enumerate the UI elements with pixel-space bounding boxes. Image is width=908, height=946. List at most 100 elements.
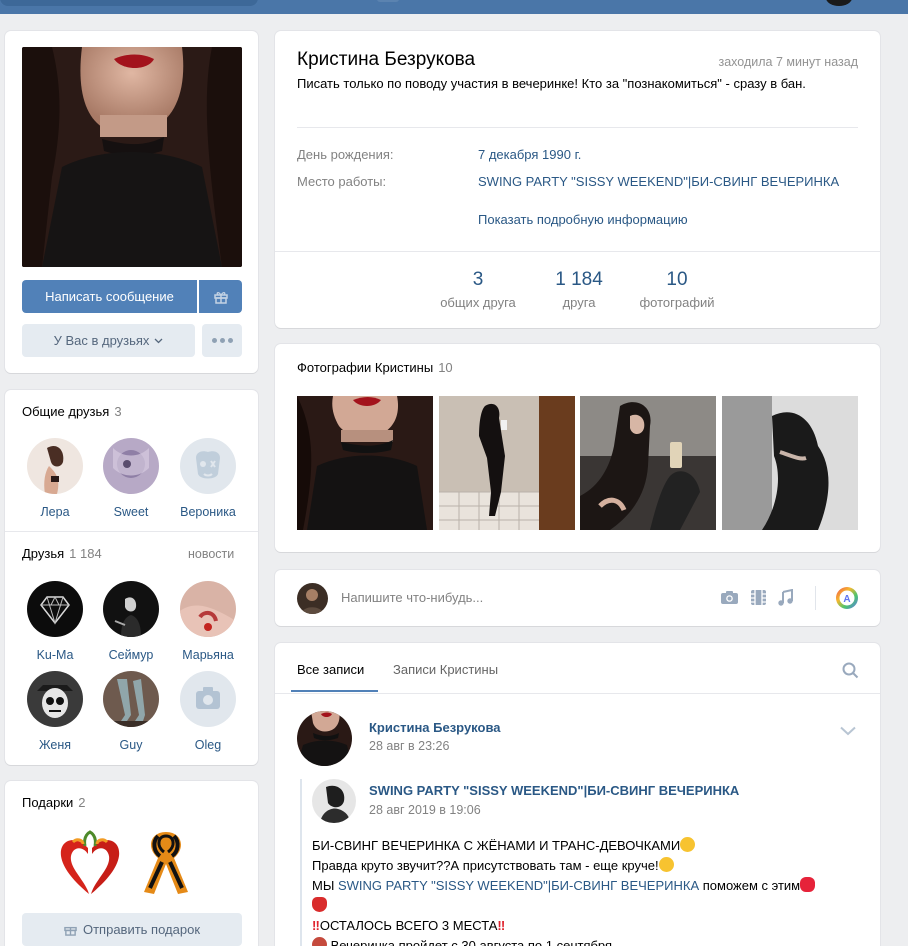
- photos-header[interactable]: Фотографии Кристины 10: [297, 360, 453, 375]
- show-more-info-link[interactable]: Показать подробную информацию: [478, 212, 688, 227]
- post-line-text: Вечеринка пройдет с 30 августа по 1 сент…: [330, 938, 613, 946]
- post-line-text: поможем с этим: [699, 878, 801, 893]
- post-visibility-icon[interactable]: A: [836, 587, 858, 612]
- repost-date[interactable]: 28 авг 2019 в 19:06: [369, 803, 481, 817]
- counter-number: 3: [472, 269, 484, 290]
- post-date[interactable]: 28 авг в 23:26: [369, 739, 449, 753]
- mutual-friend-name: Лера: [40, 505, 70, 519]
- send-message-button[interactable]: Написать сообщение: [22, 280, 197, 313]
- avatar: [27, 438, 83, 494]
- calendar-emoji-icon: [312, 937, 327, 946]
- friend-name: Женя: [38, 738, 71, 752]
- gift-icon: [64, 926, 77, 936]
- avatar: [103, 671, 159, 727]
- post-author-name[interactable]: Кристина Безрукова: [369, 720, 501, 735]
- send-message-label: Написать сообщение: [45, 289, 174, 304]
- avatar: [27, 581, 83, 637]
- counter-label: фотографий: [639, 295, 715, 310]
- friend-item[interactable]: Марьяна: [173, 581, 243, 662]
- friend-name: Oleg: [194, 738, 222, 752]
- gifts-count: 2: [78, 795, 86, 810]
- friends-count: 1 184: [69, 546, 102, 561]
- friend-item[interactable]: Ku-Ma: [20, 581, 90, 662]
- post-author-avatar[interactable]: [297, 711, 352, 766]
- friend-status-label: У Вас в друзьях: [53, 333, 150, 348]
- mutual-friend-item[interactable]: Sweet: [96, 438, 166, 519]
- post-line-text: ОСТАЛОСЬ ВСЕГО 3 МЕСТА: [319, 918, 498, 933]
- chevron-down-icon[interactable]: [840, 724, 856, 739]
- photo-thumbnail[interactable]: [297, 396, 433, 530]
- tab-all-posts[interactable]: Все записи: [297, 662, 364, 677]
- post-line: БИ-СВИНГ ВЕЧЕРИНКА С ЖЁНАМИ И ТРАНС-ДЕВО…: [312, 836, 872, 856]
- divider: [5, 531, 258, 532]
- exclamation-icon: ‼: [312, 918, 320, 933]
- top-navigation-bar: [0, 0, 908, 14]
- exclamation-icon: ‼: [497, 918, 506, 933]
- photo-thumbnail[interactable]: [580, 396, 716, 530]
- photos-counter[interactable]: 10 фотографий: [627, 269, 727, 310]
- default-avatar-icon: [180, 438, 236, 494]
- counter-label: друга: [562, 295, 596, 310]
- post-line: Правда круто звучит??А присутствовать та…: [312, 856, 872, 876]
- work-label: Место работы:: [297, 174, 387, 189]
- current-user-avatar: [297, 583, 328, 614]
- friends-counter[interactable]: 1 184 друга: [529, 269, 629, 310]
- friends-news-link[interactable]: новости: [188, 547, 234, 561]
- wink-emoji-icon: [680, 837, 696, 852]
- mutual-friends-counter[interactable]: 3 общих друга: [428, 269, 528, 310]
- photo-attach-icon[interactable]: [720, 590, 739, 608]
- send-gift-label: Отправить подарок: [82, 922, 201, 937]
- friend-item[interactable]: Oleg: [173, 671, 243, 752]
- profile-avatar-photo[interactable]: [22, 47, 242, 267]
- strawberry-emoji-icon: [312, 897, 327, 912]
- repost-bar: [300, 779, 302, 946]
- repost-source-avatar[interactable]: [312, 779, 356, 823]
- divider: [815, 586, 816, 610]
- user-menu-avatar[interactable]: [826, 0, 852, 6]
- birthday-label: День рождения:: [297, 147, 394, 162]
- repost-source-name[interactable]: SWING PARTY "SISSY WEEKEND"|БИ-СВИНГ ВЕЧ…: [369, 783, 739, 798]
- more-actions-button[interactable]: [202, 324, 242, 357]
- notifications-icon[interactable]: [377, 0, 399, 2]
- post-line-text: БИ-СВИНГ ВЕЧЕРИНКА С ЖЁНАМИ И ТРАНС-ДЕВО…: [312, 838, 681, 853]
- avatar: [180, 581, 236, 637]
- divider: [275, 693, 880, 694]
- group-mention-link[interactable]: SWING PARTY "SISSY WEEKEND"|БИ-СВИНГ ВЕЧ…: [338, 878, 699, 893]
- gift-st-george-ribbon[interactable]: [136, 826, 196, 898]
- friends-header[interactable]: Друзья 1 184: [22, 546, 102, 561]
- search-icon[interactable]: [842, 662, 859, 682]
- friend-item[interactable]: Guy: [96, 671, 166, 752]
- mutual-friend-item[interactable]: Вероника: [173, 438, 243, 519]
- gift-chili-heart[interactable]: [55, 828, 125, 898]
- gifts-header[interactable]: Подарки 2: [22, 795, 86, 810]
- video-attach-icon[interactable]: [750, 589, 767, 609]
- friend-item[interactable]: Женя: [20, 671, 90, 752]
- friend-item[interactable]: Сеймур: [96, 581, 166, 662]
- mutual-friends-header[interactable]: Общие друзья 3: [22, 404, 122, 419]
- search-bar[interactable]: [0, 0, 258, 6]
- more-dot: [219, 338, 225, 343]
- tongue-emoji-icon: [658, 857, 674, 872]
- post-line: ‼ОСТАЛОСЬ ВСЕГО 3 МЕСТА‼: [312, 916, 872, 936]
- post-line: МЫ SWING PARTY "SISSY WEEKEND"|БИ-СВИНГ …: [312, 876, 872, 896]
- friends-title: Друзья: [22, 546, 65, 561]
- friend-status-dropdown[interactable]: У Вас в друзьях: [22, 324, 195, 357]
- tab-owner-posts[interactable]: Записи Кристины: [393, 662, 498, 677]
- send-gift-button[interactable]: Отправить подарок: [22, 913, 242, 946]
- divider: [297, 127, 858, 128]
- post-composer-input[interactable]: Напишите что-нибудь...: [341, 590, 483, 605]
- birthday-value[interactable]: 7 декабря 1990 г.: [478, 147, 581, 162]
- avatar: [27, 671, 83, 727]
- gifts-title: Подарки: [22, 795, 74, 810]
- mutual-friend-item[interactable]: Лера: [20, 438, 90, 519]
- photos-title: Фотографии Кристины: [297, 360, 434, 375]
- profile-name: Кристина Безрукова: [297, 49, 476, 70]
- photo-thumbnail[interactable]: [722, 396, 858, 530]
- friend-name: Guy: [119, 738, 143, 752]
- send-gift-button[interactable]: [199, 280, 242, 313]
- friend-name: Марьяна: [182, 648, 234, 662]
- music-attach-icon[interactable]: [777, 588, 794, 609]
- work-value[interactable]: SWING PARTY "SISSY WEEKEND"|БИ-СВИНГ ВЕЧ…: [478, 174, 839, 189]
- photo-thumbnail[interactable]: [439, 396, 575, 530]
- profile-status[interactable]: Писать только по поводу участия в вечери…: [297, 75, 857, 92]
